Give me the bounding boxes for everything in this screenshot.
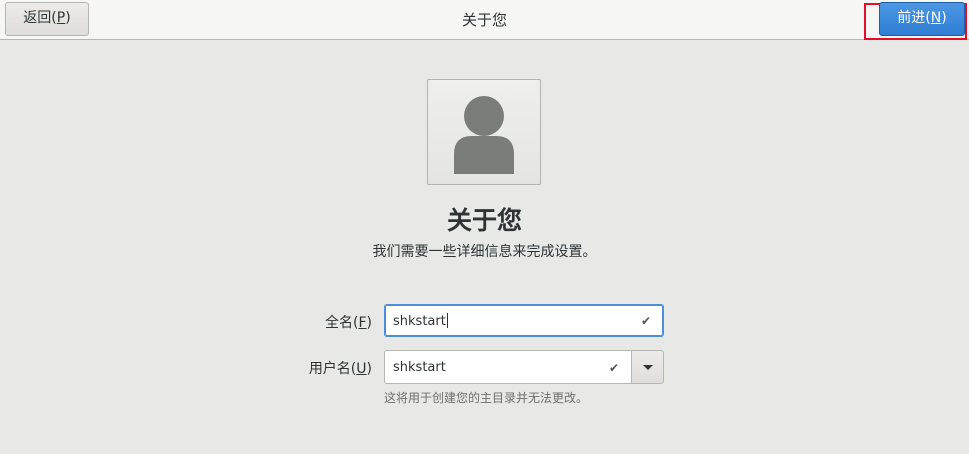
username-hint: 这将用于创建您的主目录并无法更改。 (384, 391, 589, 405)
fullname-value: shkstart (393, 313, 448, 329)
next-button[interactable]: 前进(N) (879, 2, 965, 36)
page-subtitle: 我们需要一些详细信息来完成设置。 (372, 244, 597, 260)
checkmark-icon: ✔ (641, 314, 652, 328)
username-dropdown-button[interactable] (631, 350, 664, 384)
fullname-label: 全名(F) (325, 315, 372, 331)
next-button-mnemonic: N (930, 10, 942, 26)
avatar-button[interactable] (427, 79, 541, 185)
username-field[interactable]: shkstart ✔ (384, 350, 632, 384)
username-value: shkstart (393, 360, 446, 375)
fullname-field[interactable]: shkstart ✔ (384, 304, 664, 337)
fullname-label-mnemonic: F (358, 315, 367, 331)
username-label: 用户名(U) (308, 361, 372, 377)
fullname-label-text: 全名( (325, 315, 359, 331)
chevron-down-icon (643, 365, 653, 370)
header-bar: 返回(P) 关于您 前进(N) (0, 0, 969, 40)
text-caret (446, 313, 448, 328)
next-button-label: 前进( (897, 10, 931, 26)
username-label-mnemonic: U (356, 361, 367, 377)
header-title: 关于您 (461, 11, 507, 29)
user-avatar-icon (454, 96, 514, 174)
fullname-value-text: shkstart (393, 314, 446, 329)
username-label-text: 用户名( (308, 361, 357, 377)
checkmark-icon: ✔ (609, 361, 620, 375)
page-title: 关于您 (446, 206, 522, 235)
